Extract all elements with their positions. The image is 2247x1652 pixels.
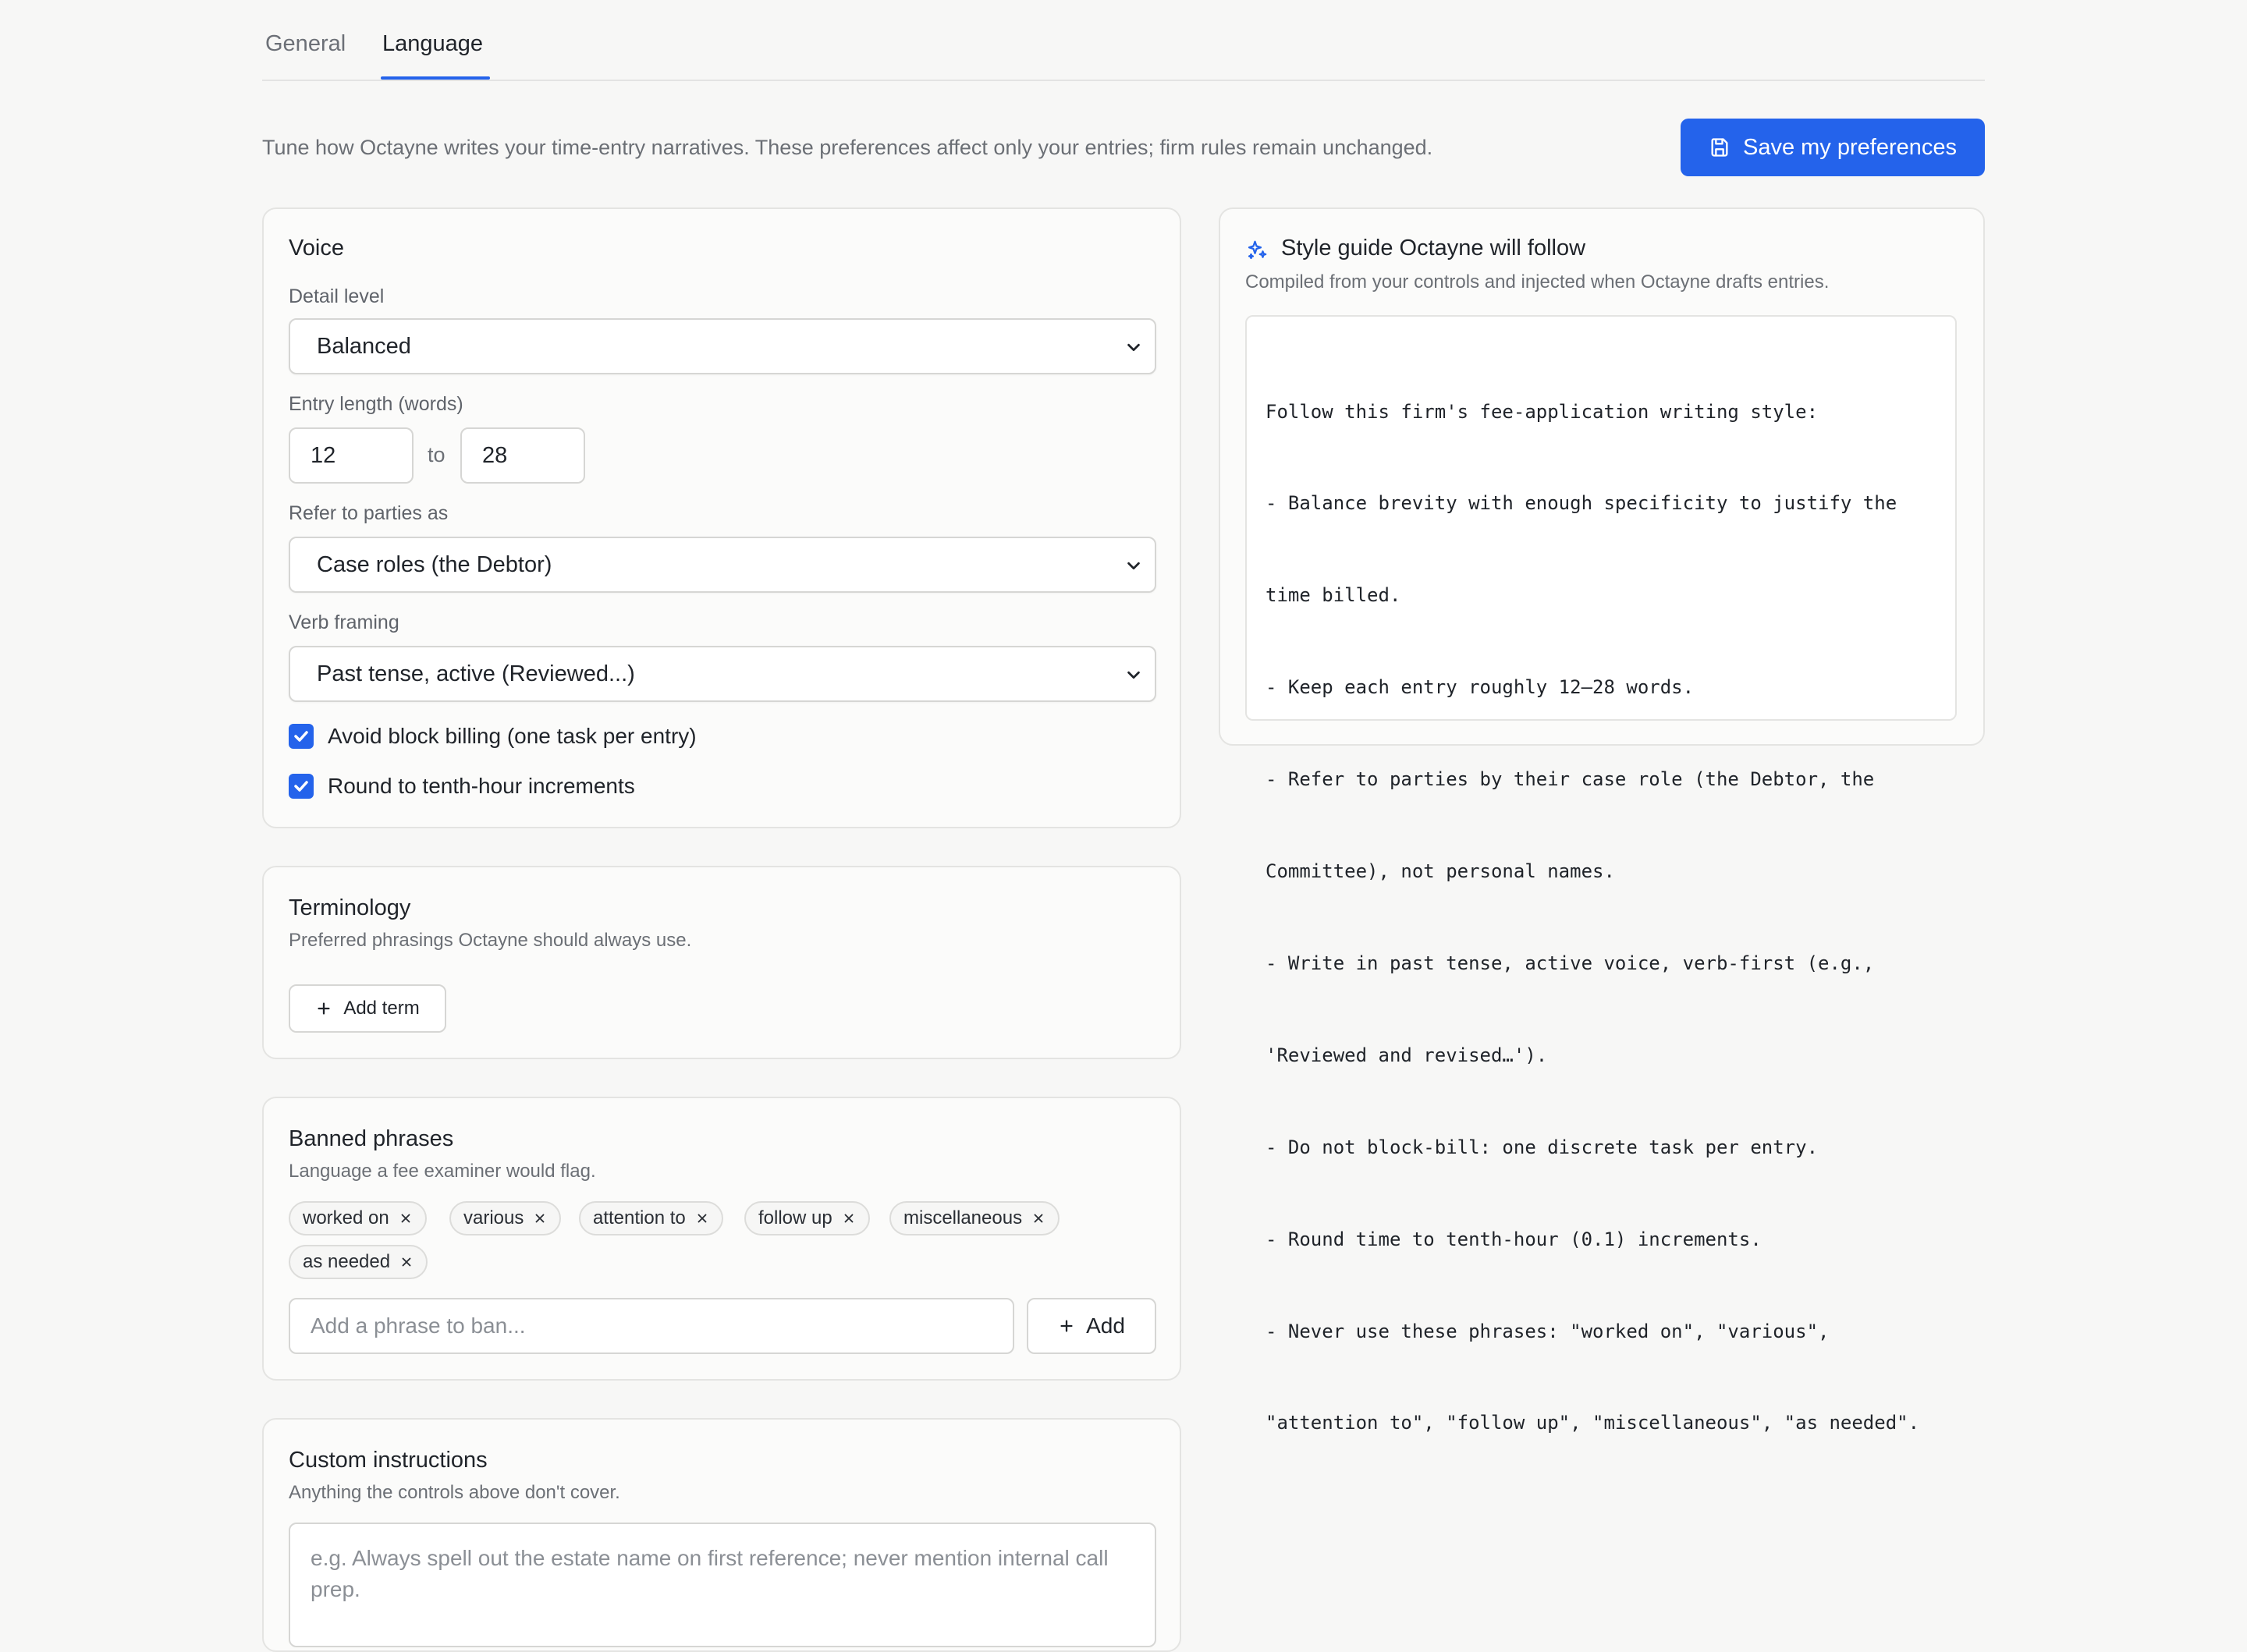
entry-length-to-label: to [428,443,445,466]
close-icon[interactable] [533,1211,547,1225]
style-guide-line: - Do not block-bill: one discrete task p… [1265,1136,1819,1158]
entry-length-max-input[interactable]: 28 [460,427,585,484]
detail-level-label: Detail level [289,285,385,307]
close-icon[interactable] [1031,1211,1045,1225]
custom-instructions-textarea[interactable]: e.g. Always spell out the estate name on… [289,1523,1156,1647]
style-guide-line: time billed. [1265,584,1401,607]
banned-phrase-chip: follow up [744,1201,870,1235]
language-preferences-page: General Language Tune how Octayne writes… [262,0,1985,1652]
chip-label: attention to [593,1207,686,1228]
banned-phrase-chip: miscellaneous [889,1201,1060,1235]
close-icon[interactable] [842,1211,856,1225]
verb-framing-select[interactable]: Past tense, active (Reviewed...) [289,646,1156,702]
voice-card: Voice Detail level Balanced Entry length… [262,207,1181,828]
close-icon[interactable] [399,1211,413,1225]
add-term-button[interactable]: Add term [289,984,446,1033]
sparkles-icon [1248,240,1267,260]
custom-instructions-subtitle: Anything the controls above don't cover. [289,1482,620,1503]
save-button-label: Save my preferences [1742,134,1957,160]
active-tab-indicator [381,76,490,80]
terminology-card: Terminology Preferred phrasings Octayne … [262,866,1181,1059]
style-guide-line: 'Reviewed and revised…'). [1265,1044,1548,1066]
chip-label: follow up [758,1207,832,1228]
terminology-title: Terminology [289,895,411,920]
add-banned-phrase-label: Add [1086,1313,1125,1338]
add-banned-phrase-button[interactable]: Add [1027,1298,1156,1354]
banned-phrase-chip: as needed [289,1245,428,1279]
banned-phrases-title: Banned phrases [289,1126,454,1151]
banned-phrases-subtitle: Language a fee examiner would flag. [289,1161,596,1182]
round-tenth-hour-label: Round to tenth-hour increments [328,774,635,798]
custom-instructions-title: Custom instructions [289,1448,488,1473]
chip-label: worked on [303,1207,389,1228]
add-term-label: Add term [343,998,420,1019]
tab-language[interactable]: Language [382,31,483,57]
style-guide-card: Style guide Octayne will follow Compiled… [1219,207,1985,1434]
voice-title: Voice [289,236,344,261]
style-guide-line: - Write in past tense, active voice, ver… [1265,952,1875,974]
chevron-down-icon [1127,671,1140,679]
style-guide-line: - Never use these phrases: "worked on", … [1265,1320,1830,1342]
ban-phrase-placeholder: Add a phrase to ban... [311,1313,526,1338]
entry-length-min-input[interactable]: 12 [289,427,414,484]
tab-general[interactable]: General [265,31,346,57]
chip-label: various [463,1207,524,1228]
style-guide-line: - Keep each entry roughly 12–28 words. [1265,676,1695,699]
detail-level-value: Balanced [317,333,411,359]
style-guide-line: Committee), not personal names. [1265,860,1615,883]
verb-framing-value: Past tense, active (Reviewed...) [317,661,635,686]
parties-select[interactable]: Case roles (the Debtor) [289,537,1156,593]
intro-text: Tune how Octayne writes your time-entry … [262,136,1433,159]
entry-length-max-value: 28 [482,442,508,468]
detail-level-select[interactable]: Balanced [289,318,1156,374]
style-guide-title: Style guide Octayne will follow [1281,236,1586,261]
save-preferences-button[interactable]: Save my preferences [1681,119,1985,176]
banned-phrases-card: Banned phrases Language a fee examiner w… [262,1097,1181,1381]
avoid-block-billing-label: Avoid block billing (one task per entry) [328,724,697,748]
style-guide-subtitle: Compiled from your controls and injected… [1245,271,1830,292]
style-guide-preview: Follow this firm's fee-application writi… [1245,315,1957,1434]
style-guide-line: - Balance brevity with enough specificit… [1265,492,1897,515]
chip-label: as needed [303,1251,391,1272]
chip-label: miscellaneous [903,1207,1023,1228]
plus-icon [1060,1320,1073,1332]
entry-length-min-value: 12 [311,442,336,468]
close-icon[interactable] [399,1255,414,1269]
chevron-down-icon [1127,343,1140,352]
parties-label: Refer to parties as [289,502,449,524]
custom-instructions-card: Custom instructions Anything the control… [262,1418,1181,1652]
chevron-down-icon [1127,562,1140,570]
avoid-block-billing-checkbox[interactable] [289,724,314,749]
banned-phrase-chip: various [449,1201,562,1235]
style-guide-line: Follow this firm's fee-application writi… [1265,400,1819,423]
parties-value: Case roles (the Debtor) [317,551,552,577]
banned-phrase-chip: worked on [289,1201,427,1235]
style-guide-line: - Round time to tenth-hour (0.1) increme… [1265,1228,1762,1250]
terminology-subtitle: Preferred phrasings Octayne should alway… [289,930,692,951]
plus-icon [318,1002,330,1015]
banned-phrase-chip: attention to [579,1201,723,1235]
save-icon [1711,138,1728,157]
checkmark-icon [294,781,308,792]
close-icon[interactable] [695,1211,709,1225]
ban-phrase-input[interactable]: Add a phrase to ban... [289,1298,1014,1354]
verb-framing-label: Verb framing [289,612,399,633]
custom-instructions-placeholder: e.g. Always spell out the estate name on… [311,1546,1109,1601]
style-guide-line: - Refer to parties by their case role (t… [1265,768,1875,791]
tab-bar: General Language [262,0,1985,81]
checkmark-icon [294,731,308,742]
style-guide-line: "attention to", "follow up", "miscellane… [1265,1412,1920,1434]
round-tenth-hour-checkbox[interactable] [289,774,314,799]
entry-length-label: Entry length (words) [289,393,463,415]
